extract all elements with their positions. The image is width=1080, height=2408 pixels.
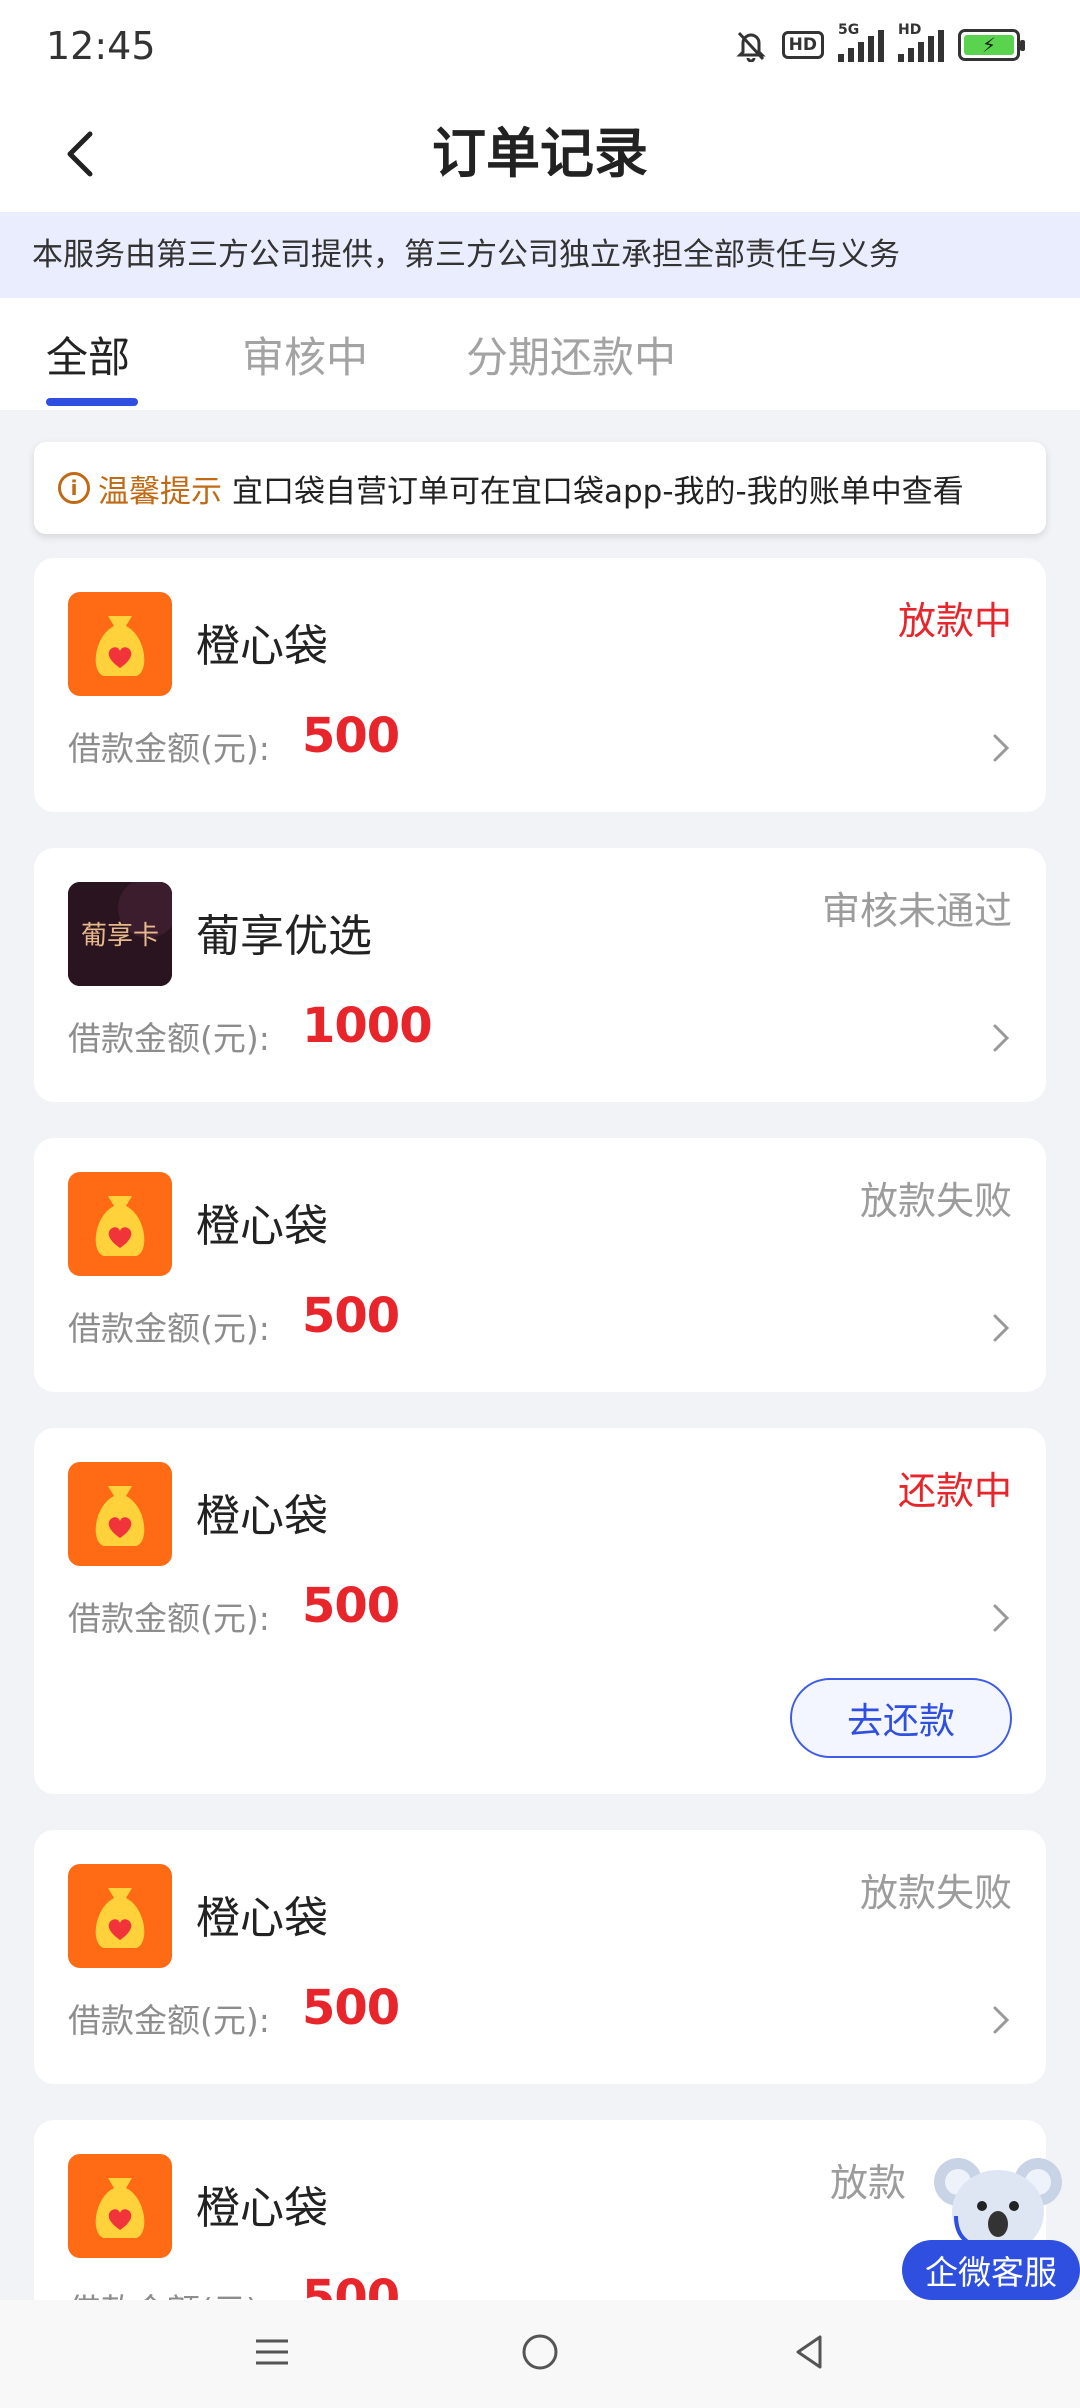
status-bar: 12:45 HD 5G HD ⚡ [0, 0, 1080, 96]
loan-amount: 500 [302, 1980, 400, 2036]
lender-name: 橙心袋 [196, 1201, 328, 1252]
tip-label: 温馨提示 [98, 473, 222, 510]
lender-name: 橙心袋 [196, 1491, 328, 1542]
tip-text: 宜口袋自营订单可在宜口袋app-我的-我的账单中查看 [232, 473, 964, 510]
orange-money-bag-icon [68, 2154, 172, 2258]
info-icon: i [58, 472, 90, 504]
order-status: 还款中 [897, 1469, 1012, 1513]
lender-name: 橙心袋 [196, 1893, 328, 1944]
svg-text:葡享卡: 葡享卡 [81, 921, 159, 951]
chevron-right-icon [993, 2006, 1010, 2034]
lender-name: 葡享优选 [196, 911, 372, 962]
lender-name: 橙心袋 [196, 621, 328, 672]
status-time: 12:45 [46, 24, 156, 68]
orange-money-bag-icon [68, 592, 172, 696]
battery-icon: ⚡ [958, 29, 1025, 61]
amount-label: 借款金额(元): [68, 729, 270, 768]
signal-hd-icon: HD [898, 22, 944, 62]
warm-tip: i 温馨提示 宜口袋自营订单可在宜口袋app-我的-我的账单中查看 [34, 442, 1046, 534]
order-status: 放款失败 [859, 1179, 1012, 1223]
order-card[interactable]: 橙心袋 放款失败 借款金额(元): 500 [34, 1138, 1046, 1392]
back-triangle-icon[interactable] [790, 2332, 830, 2372]
amount-label: 借款金额(元): [68, 1019, 270, 1058]
bell-off-icon [736, 31, 766, 62]
customer-service-label: 企微客服 [902, 2240, 1080, 2300]
order-card[interactable]: 橙心袋 放款失败 借款金额(元): 500 [34, 1830, 1046, 2084]
lender-name: 橙心袋 [196, 2183, 328, 2234]
tab-installment[interactable]: 分期还款中 [466, 324, 676, 385]
chevron-right-icon [993, 1314, 1010, 1342]
chevron-right-icon [993, 1024, 1010, 1052]
amount-label: 借款金额(元): [68, 1309, 270, 1348]
grape-card-logo-icon: 葡享卡 [68, 882, 172, 986]
order-status: 审核未通过 [821, 889, 1012, 933]
chevron-right-icon [993, 734, 1010, 762]
order-status: 放款失败 [859, 1871, 1012, 1915]
status-icons: HD 5G HD ⚡ [734, 22, 1025, 62]
nav-bar: 订单记录 [0, 96, 1080, 212]
order-card[interactable]: 橙心袋 还款中 借款金额(元): 500 去还款 [34, 1428, 1046, 1794]
signal-5g-icon: 5G [838, 22, 884, 62]
orange-money-bag-icon [68, 1864, 172, 1968]
order-card[interactable]: 橙心袋 放款中 借款金额(元): 500 [34, 558, 1046, 812]
loan-amount: 1000 [302, 998, 433, 1054]
home-circle-icon[interactable] [520, 2332, 560, 2372]
page-title: 订单记录 [432, 122, 648, 185]
order-status: 放款中 [897, 599, 1012, 643]
order-card[interactable]: 葡享卡 葡享优选 审核未通过 借款金额(元): 1000 [34, 848, 1046, 1102]
order-tabs: 全部 审核中 分期还款中 [0, 298, 1080, 410]
third-party-notice: 本服务由第三方公司提供，第三方公司独立承担全部责任与义务 [0, 212, 1080, 298]
loan-amount: 500 [302, 1578, 400, 1634]
orange-money-bag-icon [68, 1462, 172, 1566]
amount-label: 借款金额(元): [68, 1599, 270, 1638]
tab-active-indicator [46, 398, 138, 406]
order-status: 放款 [829, 2161, 906, 2205]
chevron-right-icon [993, 1604, 1010, 1632]
system-nav-bar [0, 2300, 1080, 2408]
tab-reviewing[interactable]: 审核中 [242, 324, 368, 385]
amount-label: 借款金额(元): [68, 2001, 270, 2040]
customer-service-button[interactable]: 企微客服 [900, 2146, 1080, 2300]
loan-amount: 500 [302, 1288, 400, 1344]
tab-all[interactable]: 全部 [46, 324, 130, 385]
repay-button[interactable]: 去还款 [790, 1678, 1012, 1758]
hd-badge: HD [781, 31, 824, 59]
menu-icon[interactable] [252, 2332, 292, 2372]
loan-amount: 500 [302, 708, 400, 764]
orange-money-bag-icon [68, 1172, 172, 1276]
